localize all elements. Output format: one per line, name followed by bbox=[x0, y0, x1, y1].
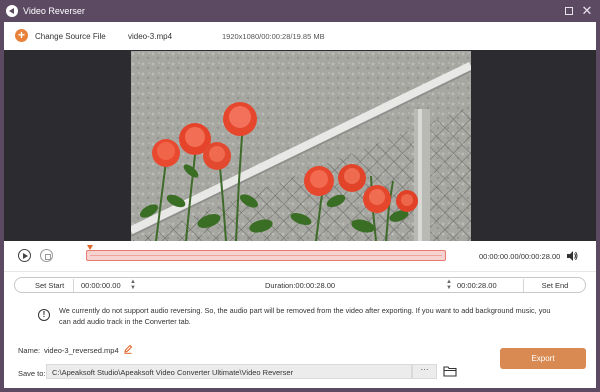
source-file-name: video-3.mp4 bbox=[128, 32, 173, 41]
volume-icon[interactable] bbox=[566, 250, 578, 262]
export-button[interactable]: Export bbox=[500, 348, 586, 369]
browse-more-button[interactable]: ··· bbox=[412, 364, 437, 379]
set-start-button[interactable]: Set Start bbox=[25, 281, 75, 291]
close-button[interactable]: ✕ bbox=[580, 4, 594, 18]
video-frame-image bbox=[131, 51, 471, 241]
set-end-button[interactable]: Set End bbox=[533, 281, 577, 291]
start-time-field[interactable]: 00:00:00.00 bbox=[81, 281, 121, 290]
save-to-label: Save to: bbox=[18, 369, 46, 378]
video-preview-area bbox=[4, 50, 596, 241]
app-logo-icon bbox=[6, 5, 18, 17]
maximize-icon bbox=[565, 7, 573, 15]
audio-notice-text: We currently do not support audio revers… bbox=[59, 306, 551, 326]
output-name-value: video-3_reversed.mp4 bbox=[44, 346, 119, 355]
window-frame-bottom bbox=[0, 388, 600, 392]
info-icon: ! bbox=[38, 309, 50, 321]
source-file-info: 1920x1080/00:00:28/19.85 MB bbox=[222, 32, 325, 41]
open-folder-icon[interactable] bbox=[443, 365, 457, 377]
end-time-field[interactable]: 00:00:28.00 bbox=[457, 281, 497, 290]
separator bbox=[73, 279, 74, 292]
window-frame-right bbox=[596, 22, 600, 392]
play-icon[interactable] bbox=[18, 249, 31, 262]
separator bbox=[523, 279, 524, 292]
save-path-field[interactable]: C:\Apeaksoft Studio\Apeaksoft Video Conv… bbox=[46, 364, 412, 379]
video-frame bbox=[131, 51, 471, 241]
start-time-stepper[interactable]: ▲ ▼ bbox=[129, 279, 137, 292]
maximize-button[interactable] bbox=[562, 4, 576, 18]
edit-icon[interactable] bbox=[123, 344, 133, 354]
toolbar: + Change Source File video-3.mp4 1920x10… bbox=[4, 22, 596, 50]
window-title: Video Reverser bbox=[23, 6, 85, 16]
duration-display: Duration:00:00:28.00 bbox=[265, 281, 336, 290]
name-label: Name: bbox=[18, 346, 41, 355]
change-source-file-button[interactable]: Change Source File bbox=[35, 32, 106, 41]
stop-icon[interactable] bbox=[40, 249, 53, 262]
add-source-icon[interactable]: + bbox=[15, 29, 28, 42]
timeline-track[interactable] bbox=[86, 250, 446, 261]
end-time-stepper[interactable]: ▲ ▼ bbox=[445, 279, 453, 292]
title-bar: Video Reverser ✕ bbox=[0, 0, 600, 22]
playback-controls: 00:00:00.00/00:00:28.00 bbox=[4, 241, 596, 272]
clip-range-bar: Set Start 00:00:00.00 ▲ ▼ Duration:00:00:… bbox=[14, 277, 586, 293]
time-display: 00:00:00.00/00:00:28.00 bbox=[479, 252, 561, 261]
